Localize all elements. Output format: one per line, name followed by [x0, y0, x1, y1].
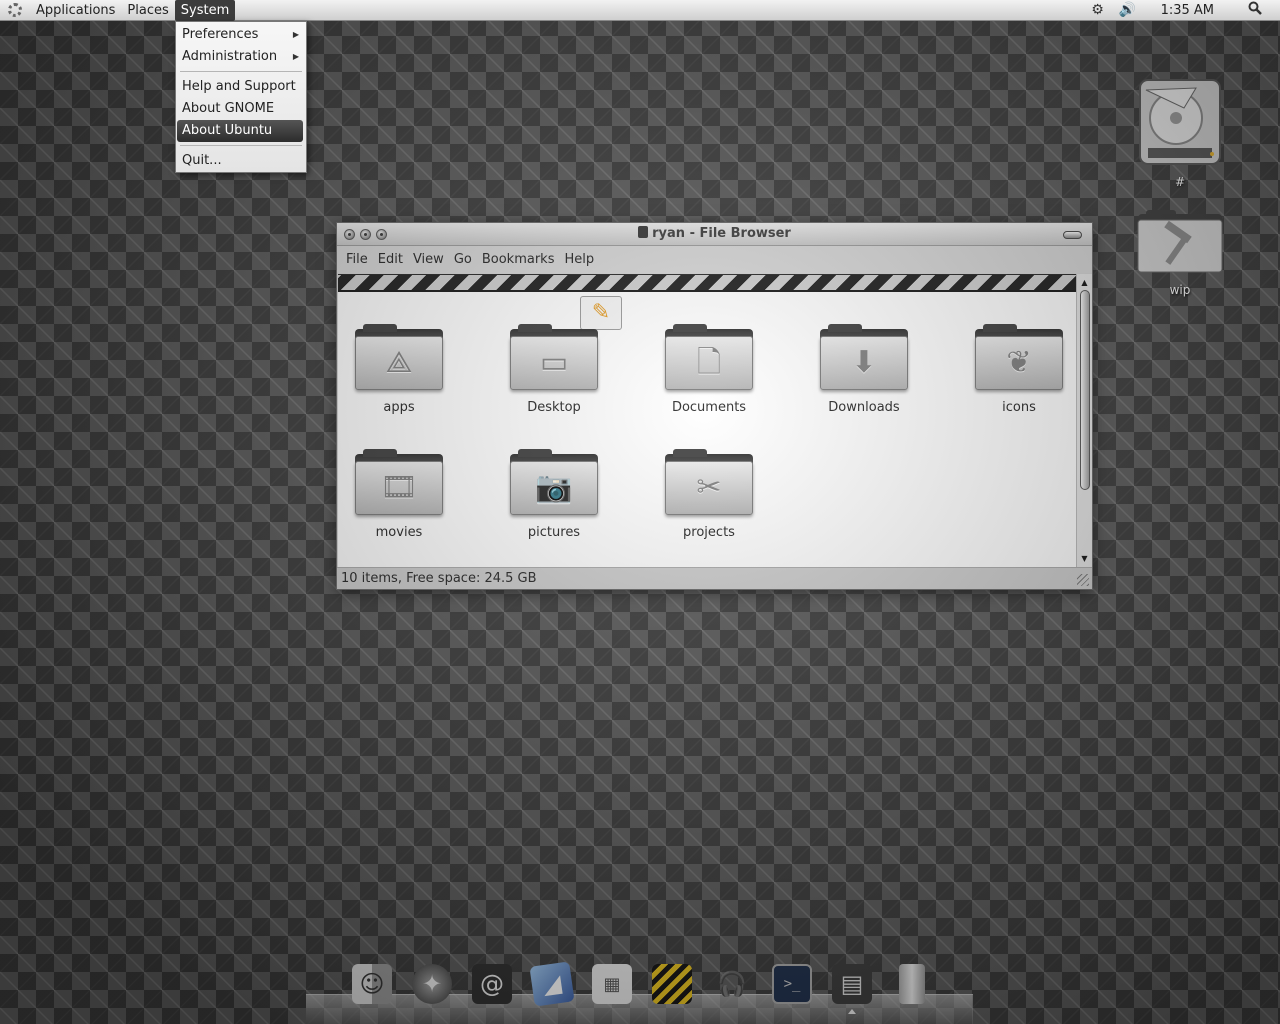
menu-item-help-and-support[interactable]: Help and Support [177, 76, 303, 98]
panel-tray: ⚙ 🔊 1:35 AM [1083, 0, 1280, 21]
menu-go[interactable]: Go [449, 252, 477, 267]
vertical-scrollbar[interactable]: ▲ ▼ [1076, 274, 1092, 567]
system-dropdown: Preferences ▶ Administration ▶ Help and Su… [175, 21, 307, 173]
folder-item-documents[interactable]: 🗋 Documents [644, 324, 774, 415]
terminal-icon[interactable]: >_ [770, 962, 814, 1006]
menu-help[interactable]: Help [559, 252, 599, 267]
clock[interactable]: 1:35 AM [1161, 3, 1214, 18]
menu-file[interactable]: File [341, 252, 373, 267]
apps-icon: ⟁ [355, 324, 443, 392]
folder-label: projects [683, 525, 735, 540]
scroll-down-icon[interactable]: ▼ [1077, 552, 1092, 566]
folder-label: Desktop [527, 400, 581, 415]
trash-icon[interactable] [890, 962, 934, 1006]
search-icon[interactable] [1244, 1, 1266, 19]
folder-item-pictures[interactable]: 📷 pictures [489, 449, 619, 540]
status-text: 10 items, Free space: 24.5 GB [341, 571, 537, 586]
file-view[interactable]: ✎ ⟁ apps ▭ Desktop 🗋 Documents ⬇ Downloa… [338, 292, 1076, 567]
places-menu[interactable]: Places [121, 0, 174, 21]
menu-item-label: Preferences [182, 27, 259, 42]
menu-item-preferences[interactable]: Preferences ▶ [177, 24, 303, 46]
download-icon: ⬇ [820, 324, 908, 392]
settings-icon[interactable]: ⚙ [1087, 2, 1109, 18]
resize-grip-icon[interactable] [1077, 574, 1089, 586]
menu-separator [180, 71, 302, 72]
window-title: ryan - File Browser [337, 223, 1092, 244]
menu-edit[interactable]: Edit [373, 252, 408, 267]
folder-label: Documents [671, 400, 747, 415]
document-icon [638, 226, 649, 238]
status-bar: 10 items, Free space: 24.5 GB [337, 567, 1092, 589]
scroll-up-icon[interactable]: ▲ [1077, 276, 1092, 290]
folder-label: Downloads [828, 400, 900, 415]
menu-item-about-ubuntu[interactable]: About Ubuntu [177, 120, 303, 142]
preview-icon[interactable]: ◢ [529, 961, 575, 1007]
file-browser-icon[interactable]: ▤ [830, 962, 874, 1014]
desktop-icon-wip[interactable]: wip [1135, 208, 1225, 297]
tools-icon: ✂ [665, 449, 753, 517]
desktop-icon-hard-drive[interactable]: # [1135, 76, 1225, 189]
folder-item-projects[interactable]: ✂ projects [644, 449, 774, 540]
shade-button[interactable] [1063, 231, 1082, 239]
folder-label: movies [375, 525, 423, 540]
menu-item-about-gnome[interactable]: About GNOME [177, 98, 303, 120]
folder-label: icons [1002, 400, 1036, 415]
gnome-foot-icon[interactable] [0, 0, 30, 21]
folder-item-desktop[interactable]: ▭ Desktop [489, 324, 619, 415]
desktop-icon-label: wip [1169, 283, 1191, 297]
folder-item-apps[interactable]: ⟁ apps [338, 324, 464, 415]
scroll-thumb[interactable] [1080, 290, 1090, 490]
finder-icon[interactable]: ☺ [350, 962, 394, 1006]
itunes-icon[interactable]: 🎧 [710, 962, 754, 1006]
folder-label: apps [383, 400, 415, 415]
address-book-icon[interactable]: @ [470, 962, 514, 1006]
window-title-text: ryan - File Browser [652, 226, 791, 241]
menu-separator [180, 145, 302, 146]
menu-bookmarks[interactable]: Bookmarks [477, 252, 560, 267]
titlebar[interactable]: ryan - File Browser [337, 223, 1092, 246]
document-icon: 🗋 [665, 324, 753, 392]
top-panel: Applications Places System ⚙ 🔊 1:35 AM [0, 0, 1280, 21]
folder-item-icons[interactable]: ❦ icons [954, 324, 1076, 415]
hazard-stripe-bar [338, 274, 1076, 292]
desktop-icon: ▭ [510, 324, 598, 392]
volume-icon[interactable]: 🔊 [1117, 2, 1139, 18]
phoenix-icon: ❦ [975, 324, 1063, 392]
archive-icon[interactable] [650, 962, 694, 1006]
hard-drive-icon [1135, 76, 1225, 171]
desktop-icon-label: # [1174, 175, 1186, 189]
hammer-folder-icon [1135, 208, 1225, 279]
system-menu[interactable]: System [174, 0, 236, 21]
applications-menu[interactable]: Applications [30, 0, 121, 21]
menubar: File Edit View Go Bookmarks Help [337, 246, 1092, 273]
camera-icon: 📷 [510, 449, 598, 517]
submenu-arrow-icon: ▶ [292, 30, 299, 39]
file-browser-window: ryan - File Browser File Edit View Go Bo… [336, 222, 1093, 590]
folder-item-movies[interactable]: 🎞 movies [338, 449, 464, 540]
calculator-icon[interactable]: ▦ [590, 962, 634, 1006]
menu-view[interactable]: View [408, 252, 449, 267]
folder-label: pictures [527, 525, 581, 540]
menu-item-administration[interactable]: Administration ▶ [177, 46, 303, 68]
film-icon: 🎞 [355, 449, 443, 517]
folder-item-downloads[interactable]: ⬇ Downloads [799, 324, 929, 415]
menu-item-quit[interactable]: Quit... [177, 150, 303, 172]
submenu-arrow-icon: ▶ [292, 52, 299, 61]
safari-icon[interactable]: ✦ [410, 962, 454, 1006]
menu-item-label: Administration [182, 49, 278, 64]
